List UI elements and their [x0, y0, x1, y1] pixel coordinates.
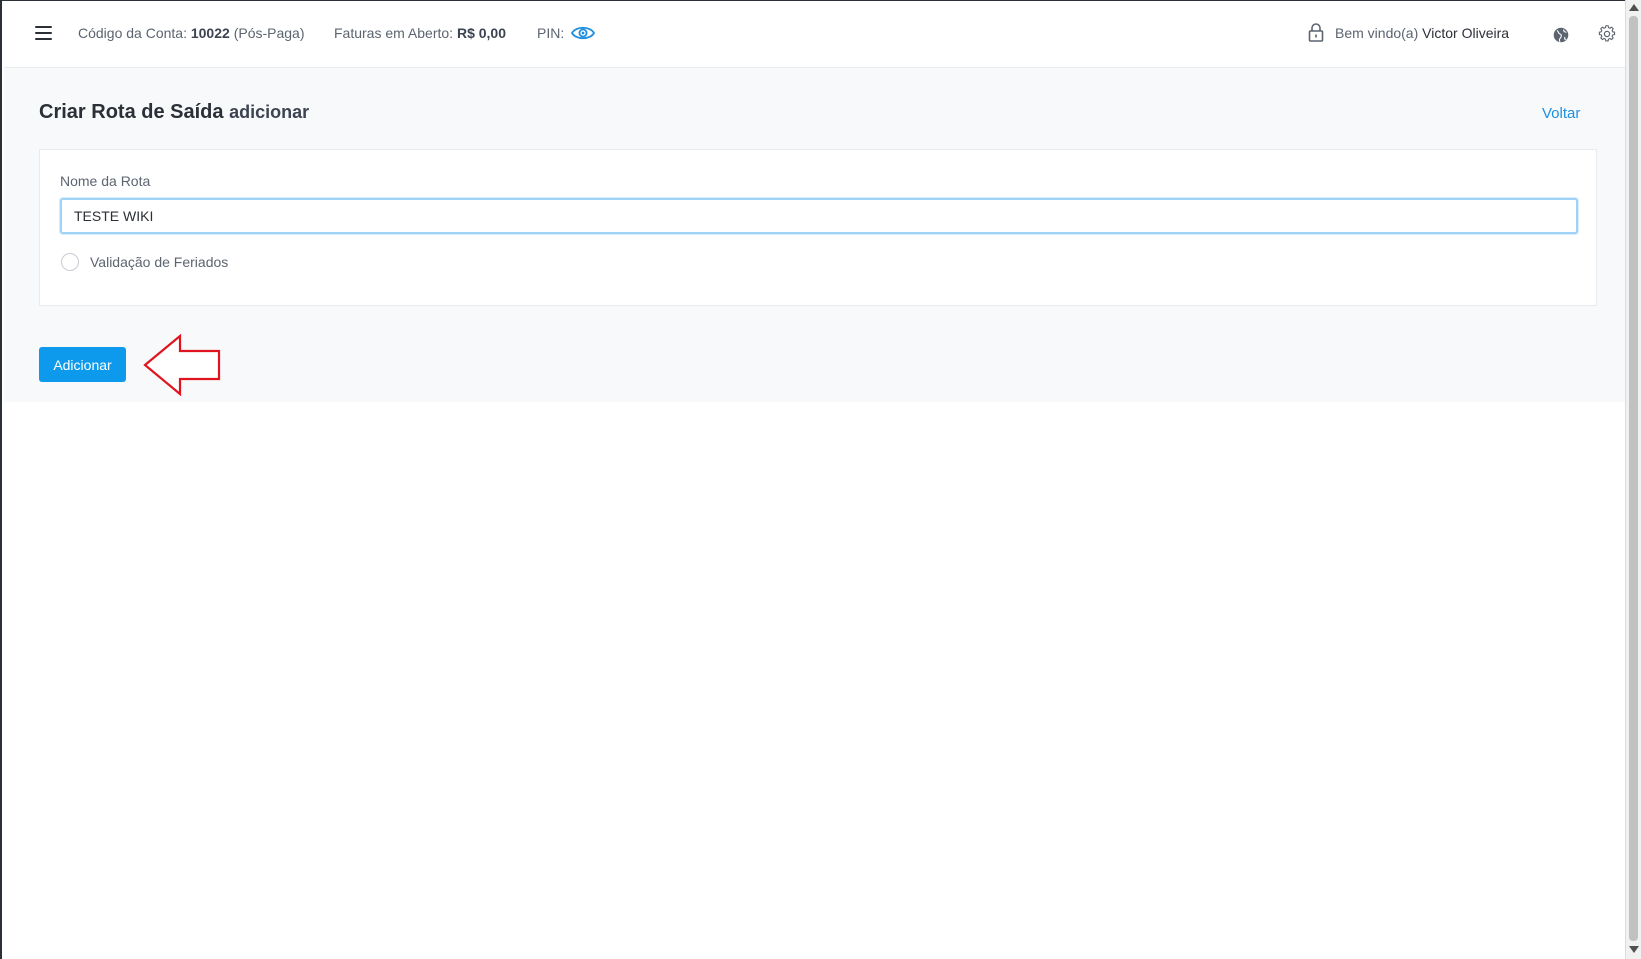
top-header: Código da Conta: 10022 (Pós-Paga) Fatura…: [4, 2, 1627, 68]
lock-icon: [1308, 23, 1324, 42]
pin-label: PIN:: [537, 25, 565, 41]
open-invoices: Faturas em Aberto: R$ 0,00: [334, 25, 506, 41]
scroll-down-icon[interactable]: [1629, 946, 1639, 953]
account-code-value: 10022: [190, 25, 230, 41]
open-invoices-label: Faturas em Aberto:: [334, 25, 454, 41]
hamburger-menu-icon[interactable]: [35, 26, 52, 40]
page-title: Criar Rota de Saída adicionar: [39, 101, 309, 124]
app-window: Código da Conta: 10022 (Pós-Paga) Fatura…: [0, 0, 1641, 959]
gear-icon[interactable]: [1598, 25, 1616, 43]
form-card: Nome da Rota Validação de Feriados: [39, 149, 1597, 306]
account-code: Código da Conta: 10022 (Pós-Paga): [78, 25, 305, 41]
welcome-label: Bem vindo(a): [1335, 25, 1419, 41]
annotation-arrow-icon: [143, 334, 221, 396]
account-type: (Pós-Paga): [233, 25, 305, 41]
account-code-label: Código da Conta:: [78, 25, 187, 41]
scroll-thumb[interactable]: [1629, 16, 1638, 941]
welcome: Bem vindo(a) Victor Oliveira: [1335, 25, 1509, 41]
back-link[interactable]: Voltar: [1542, 105, 1580, 122]
holiday-validation-label[interactable]: Validação de Feriados: [90, 254, 228, 270]
open-invoices-value: R$ 0,00: [456, 25, 506, 41]
globe-icon[interactable]: [1553, 27, 1569, 43]
route-name-input[interactable]: [60, 198, 1578, 234]
holiday-validation-radio[interactable]: [61, 253, 79, 271]
user-name[interactable]: Victor Oliveira: [1422, 25, 1509, 41]
scroll-up-icon[interactable]: [1629, 4, 1639, 11]
add-button[interactable]: Adicionar: [39, 347, 126, 382]
vertical-scrollbar[interactable]: [1625, 0, 1641, 959]
page-subtitle: adicionar: [229, 102, 310, 122]
eye-icon[interactable]: [571, 25, 595, 41]
main-content: Criar Rota de Saída adicionar Voltar Nom…: [4, 68, 1627, 402]
route-name-label: Nome da Rota: [60, 173, 151, 189]
page-title-text: Criar Rota de Saída: [39, 101, 224, 123]
